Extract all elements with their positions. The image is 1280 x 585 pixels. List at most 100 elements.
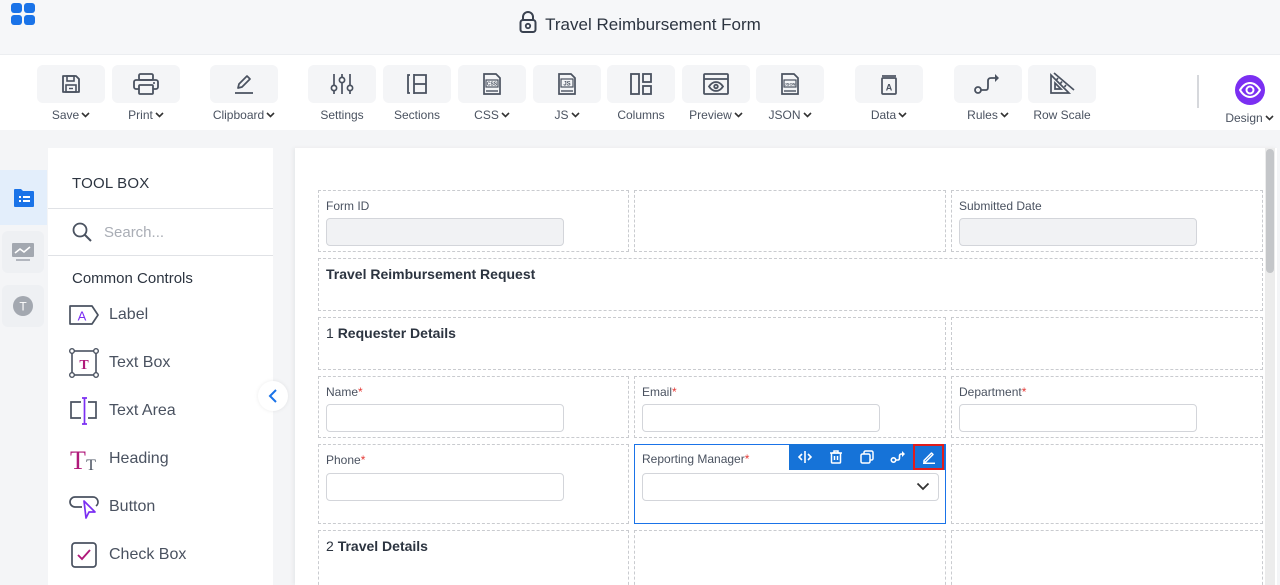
form-id-label: Form ID	[326, 199, 370, 213]
sections-button[interactable]: Sections	[382, 65, 452, 122]
section-2-heading-cell[interactable]: 2 Travel Details	[318, 530, 629, 585]
edit-field-button[interactable]	[913, 444, 944, 470]
field-rules-button[interactable]	[882, 444, 913, 470]
chevron-down-icon	[1265, 115, 1274, 121]
svg-text:JSON: JSON	[785, 81, 796, 86]
department-field[interactable]: Department*	[951, 376, 1263, 438]
svg-text:T: T	[79, 358, 89, 373]
pencil-icon	[235, 75, 253, 94]
lock-icon	[519, 11, 537, 38]
toolbox-item-text-box[interactable]: T Text Box	[68, 346, 170, 380]
phone-input[interactable]	[326, 473, 564, 501]
print-label: Print	[128, 108, 153, 122]
resize-button[interactable]	[789, 444, 820, 470]
row-scale-label: Row Scale	[1033, 108, 1091, 122]
toolbox-item-button[interactable]: Button	[68, 490, 155, 524]
rules-label: Rules	[967, 108, 998, 122]
print-button[interactable]: Print	[111, 65, 181, 122]
form-title-text: Travel Reimbursement Form	[545, 15, 761, 34]
chevron-down-icon	[81, 112, 90, 118]
toolbar-divider	[1197, 75, 1199, 108]
preview-button[interactable]: Preview	[681, 65, 751, 122]
section-2-title: Travel Details	[337, 538, 428, 554]
chevron-down-icon	[266, 112, 275, 118]
sliders-icon	[330, 74, 354, 94]
js-label: JS	[554, 108, 569, 122]
rail-toolbox-tab[interactable]	[0, 170, 47, 225]
rail-analytics-tab[interactable]	[2, 231, 44, 273]
chevron-down-icon	[1000, 112, 1009, 118]
phone-label: Phone*	[326, 453, 366, 467]
name-input[interactable]	[326, 404, 564, 432]
svg-text:JS: JS	[563, 82, 570, 88]
toolbox-item-text-area[interactable]: Text Area	[68, 394, 176, 428]
sections-label: Sections	[393, 108, 441, 122]
empty-cell[interactable]	[634, 530, 946, 585]
section-2-number: 2	[326, 538, 334, 554]
reporting-manager-select[interactable]	[642, 473, 939, 501]
eye-icon	[1238, 82, 1261, 98]
rules-button[interactable]: Rules	[953, 65, 1023, 122]
form-heading-cell[interactable]: Travel Reimbursement Request	[318, 258, 1263, 311]
delete-button[interactable]	[820, 444, 851, 470]
data-icon: A	[881, 75, 897, 95]
toolbox-title: TOOL BOX	[72, 175, 150, 192]
json-button[interactable]: JSON JSON	[755, 65, 825, 122]
columns-button[interactable]: Columns	[606, 65, 676, 122]
form-id-field[interactable]: Form ID	[318, 190, 629, 252]
svg-text:T: T	[70, 446, 86, 473]
empty-cell[interactable]	[951, 317, 1263, 370]
email-input[interactable]	[642, 404, 880, 432]
chevron-down-icon	[734, 112, 743, 118]
save-button[interactable]: Save	[36, 65, 106, 122]
canvas-scrollbar-thumb[interactable]	[1266, 149, 1274, 273]
main-toolbar: Save Print Clipboard Settings Sections C…	[0, 55, 1280, 130]
section-1-title: Requester Details	[337, 325, 456, 341]
toolbox-item-button-text: Button	[109, 498, 156, 515]
submitted-date-input[interactable]	[959, 218, 1197, 246]
toolbox-item-label-text: Label	[109, 306, 149, 323]
copy-icon	[859, 450, 874, 464]
toolbox-item-heading[interactable]: TT Heading	[68, 442, 169, 476]
duplicate-button[interactable]	[851, 444, 882, 470]
toolbox-item-check-box[interactable]: Check Box	[68, 538, 186, 572]
data-button[interactable]: A Data	[854, 65, 924, 122]
css-button[interactable]: CSS CSS	[457, 65, 527, 122]
settings-button[interactable]: Settings	[307, 65, 377, 122]
toolbox-search[interactable]	[72, 220, 262, 244]
name-field[interactable]: Name*	[318, 376, 629, 438]
chevron-down-icon	[570, 112, 580, 118]
toolbox-item-check-box-text: Check Box	[109, 546, 187, 563]
submitted-date-field[interactable]: Submitted Date	[951, 190, 1263, 252]
resize-icon	[797, 451, 812, 463]
chart-monitor-icon	[12, 243, 34, 261]
trash-icon	[829, 450, 842, 464]
form-id-input[interactable]	[326, 218, 564, 246]
toolbox-item-label[interactable]: A Label	[68, 298, 148, 332]
email-field[interactable]: Email*	[634, 376, 946, 438]
design-button[interactable]: Design	[1222, 65, 1277, 125]
svg-text:T: T	[19, 300, 27, 314]
form-heading: Travel Reimbursement Request	[326, 266, 536, 282]
section-2-heading: 2 Travel Details	[326, 538, 428, 554]
empty-cell[interactable]	[951, 444, 1263, 524]
svg-text:T: T	[86, 457, 96, 473]
clipboard-button[interactable]: Clipboard	[209, 65, 279, 122]
js-button[interactable]: JS JS	[532, 65, 602, 122]
empty-cell[interactable]	[951, 530, 1263, 585]
button-icon	[69, 496, 99, 519]
department-input[interactable]	[959, 404, 1197, 432]
preview-label: Preview	[689, 108, 732, 122]
toolbox-item-heading-text: Heading	[109, 450, 169, 467]
data-label: Data	[870, 108, 897, 122]
collapse-toolbox-button[interactable]	[258, 381, 288, 411]
toolbox-search-input[interactable]	[104, 223, 254, 241]
section-1-heading-cell[interactable]: 1 Requester Details	[318, 317, 946, 370]
empty-cell[interactable]	[634, 190, 946, 252]
phone-field[interactable]: Phone*	[318, 444, 629, 524]
edit-icon	[922, 452, 935, 464]
rail-themes-tab[interactable]: T	[2, 285, 44, 327]
row-scale-button[interactable]: Row Scale	[1027, 65, 1097, 122]
check-box-icon	[71, 542, 97, 568]
js-file-icon: JS	[558, 73, 576, 95]
